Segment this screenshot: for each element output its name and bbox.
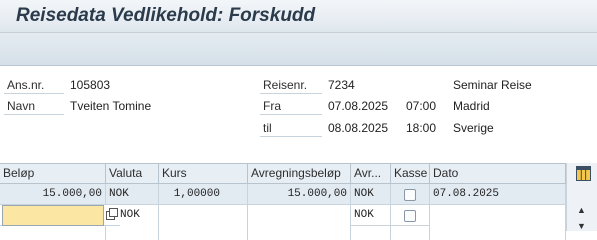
reise-description: Seminar Reise: [453, 78, 532, 92]
til-date: 08.08.2025: [328, 121, 389, 135]
valuta-input[interactable]: [106, 226, 159, 240]
avregningsbelop-cell[interactable]: 15.000,00: [248, 184, 351, 205]
navn-label: Navn: [4, 97, 64, 115]
scroll-up-icon[interactable]: ▲: [577, 205, 586, 215]
avr-cell: [351, 226, 391, 240]
fra-time: 07:00: [406, 99, 437, 113]
kasse-cell: [391, 226, 430, 240]
fra-date: 07.08.2025: [328, 99, 389, 113]
til-label: til: [260, 119, 322, 137]
belop-input[interactable]: [0, 226, 106, 240]
valuta-input[interactable]: NOK: [120, 205, 159, 226]
reisenr-value: 7234: [328, 78, 355, 92]
dato-input[interactable]: [430, 226, 566, 240]
page-title: Reisedata Vedlikehold: Forskudd: [16, 5, 316, 26]
table-row[interactable]: [0, 226, 566, 240]
belop-cell[interactable]: 15.000,00: [0, 184, 106, 205]
dato-input[interactable]: [430, 205, 566, 226]
valuta-cell[interactable]: NOK: [106, 184, 159, 205]
kasse-cell: [391, 184, 430, 205]
til-place: Sverige: [453, 121, 494, 135]
column-header-belop[interactable]: Beløp: [0, 164, 106, 184]
reisenr-label: Reisenr.: [260, 76, 322, 94]
kurs-cell[interactable]: 1,00000: [159, 184, 248, 205]
belop-input[interactable]: [2, 205, 104, 226]
column-header-dato[interactable]: Dato: [430, 164, 566, 184]
column-header-avr[interactable]: Avr...: [351, 164, 391, 184]
value-help-icon[interactable]: [106, 208, 118, 221]
table-row[interactable]: 15.000,00 NOK 1,00000 15.000,00 NOK 07.0…: [0, 184, 566, 205]
title-bar: Reisedata Vedlikehold: Forskudd: [0, 0, 597, 33]
avregningsbelop-input[interactable]: [248, 205, 351, 226]
kasse-checkbox[interactable]: [404, 210, 416, 222]
advance-table: Beløp Valuta Kurs Avregningsbeløp Avr...…: [0, 163, 566, 240]
dato-cell[interactable]: 07.08.2025: [430, 184, 566, 205]
navn-value: Tveiten Tomine: [70, 99, 152, 113]
kasse-cell: [391, 205, 430, 226]
column-header-kurs[interactable]: Kurs: [159, 164, 248, 184]
table-row[interactable]: NOK NOK: [0, 205, 566, 226]
fra-place: Madrid: [453, 99, 490, 113]
avregningsbelop-input[interactable]: [248, 226, 351, 240]
avr-cell: NOK: [351, 205, 391, 226]
scroll-down-icon[interactable]: ▼: [577, 221, 586, 231]
ansnr-value: 105803: [70, 78, 111, 92]
column-header-valuta[interactable]: Valuta: [106, 164, 159, 184]
column-header-kasse[interactable]: Kasse: [391, 164, 430, 184]
avr-cell[interactable]: NOK: [351, 184, 391, 205]
application-toolbar: [0, 33, 597, 66]
column-settings-icon[interactable]: [576, 166, 591, 181]
table-header: Beløp Valuta Kurs Avregningsbeløp Avr...…: [0, 164, 566, 184]
column-header-avregningsbelop[interactable]: Avregningsbeløp: [248, 164, 351, 184]
fra-label: Fra: [260, 97, 322, 115]
table-scrollbar[interactable]: ▲ ▼: [566, 163, 597, 231]
til-time: 18:00: [406, 121, 437, 135]
kasse-checkbox[interactable]: [404, 189, 416, 201]
kurs-input[interactable]: [159, 226, 248, 240]
ansnr-label: Ans.nr.: [4, 76, 64, 94]
kurs-input[interactable]: [159, 205, 248, 226]
